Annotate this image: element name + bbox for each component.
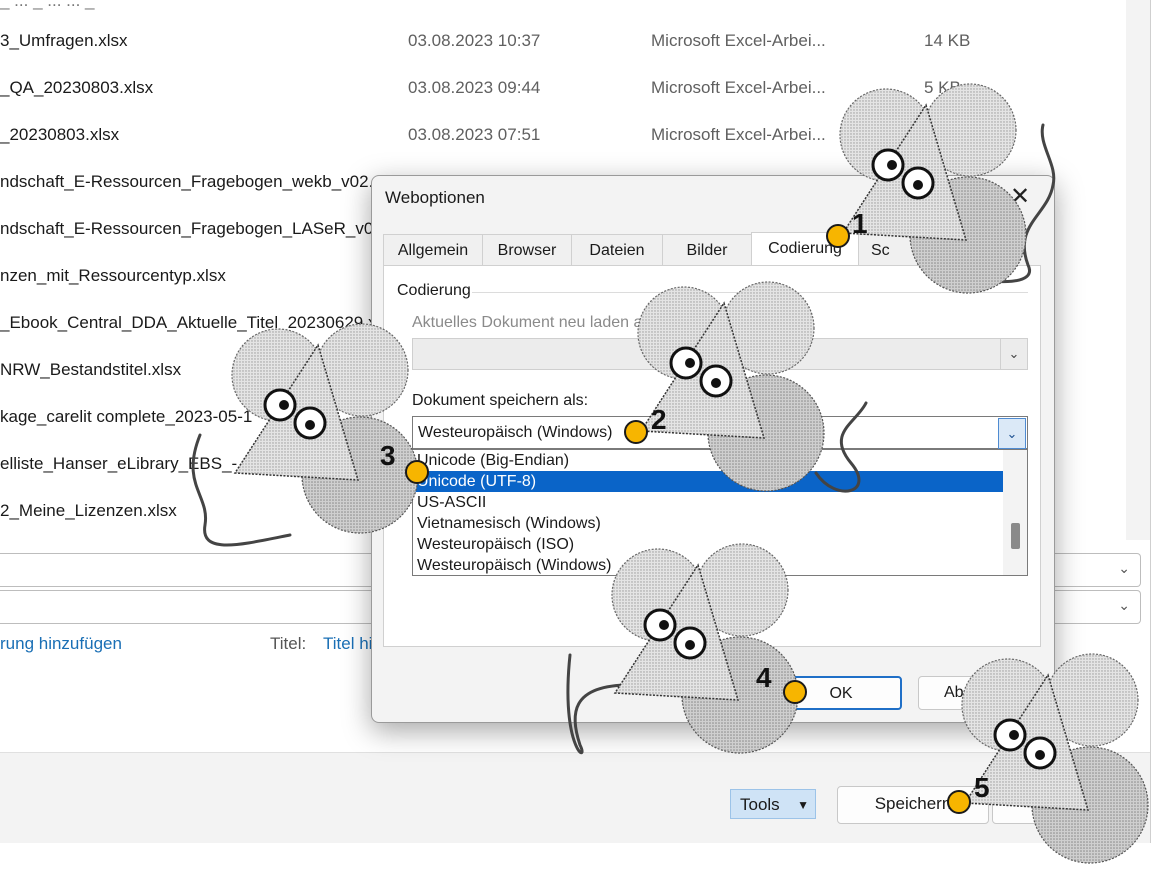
file-size: 14 KB — [924, 31, 971, 50]
tab-browser[interactable]: Browser — [482, 234, 572, 265]
tab-allgemein[interactable]: Allgemein — [383, 234, 483, 265]
dropdown-arrow-icon: ▼ — [797, 798, 809, 812]
tools-button[interactable]: Tools ▼ — [730, 789, 816, 819]
file-type: Microsoft Excel-Arbei... — [651, 125, 826, 144]
step-number-5: 5 — [974, 772, 990, 803]
file-list-scrollbar[interactable] — [1126, 0, 1150, 540]
tab-dateien[interactable]: Dateien — [571, 234, 663, 265]
file-name: 3_Umfragen.xlsx — [0, 31, 128, 50]
tab-bilder[interactable]: Bilder — [662, 234, 752, 265]
tools-label: Tools — [740, 795, 780, 814]
file-type: Microsoft Excel-Arbei... — [651, 78, 826, 97]
file-type: Microsoft Excel-Arbei... — [651, 31, 826, 50]
add-tags-link[interactable]: rung hinzufügen — [0, 634, 122, 654]
file-row[interactable]: 3_Umfragen.xlsx 03.08.2023 10:37 Microsoft… — [0, 18, 1120, 64]
chevron-down-icon[interactable]: ⌄ — [1000, 339, 1027, 369]
title-field[interactable]: Titel hi — [323, 634, 372, 654]
file-name: ndschaft_E-Ressourcen_Fragebogen_wekb_v0… — [0, 172, 382, 191]
chevron-down-icon[interactable]: ⌄ — [1118, 560, 1130, 577]
mouse-illustration-3 — [191, 323, 419, 547]
scrollbar-thumb[interactable] — [1011, 523, 1020, 549]
file-name: 2_Meine_Lizenzen.xlsx — [0, 501, 177, 520]
file-name: ndschaft_E-Ressourcen_Fragebogen_LASeR_v… — [0, 219, 388, 238]
file-name: NRW_Bestandstitel.xlsx — [0, 360, 182, 379]
file-date: 03.08.2023 10:37 — [408, 31, 541, 50]
step-number-3: 3 — [380, 440, 396, 471]
encoding-list-scrollbar[interactable] — [1003, 450, 1027, 575]
file-name: _20230803.xlsx — [0, 125, 120, 144]
mouse-illustration-5 — [961, 653, 1149, 864]
step-marker-2 — [624, 420, 648, 444]
file-date: 03.08.2023 07:51 — [408, 125, 541, 144]
mouse-illustration-4 — [566, 543, 799, 755]
mouse-illustration-2 — [637, 281, 868, 493]
file-name: nzen_mit_Ressourcentyp.xlsx — [0, 266, 226, 285]
step-marker-5 — [947, 790, 971, 814]
title-label: Titel: — [270, 634, 307, 653]
file-name: _QA_20230803.xlsx — [0, 78, 154, 97]
chevron-down-icon[interactable]: ⌄ — [1118, 597, 1130, 614]
step-marker-4 — [783, 680, 807, 704]
step-number-4: 4 — [756, 662, 772, 693]
step-marker-3 — [405, 460, 429, 484]
dialog-title: Weboptionen — [385, 188, 485, 207]
step-marker-1 — [826, 224, 850, 248]
group-label: Codierung — [397, 282, 471, 299]
step-number-1: 1 — [852, 208, 868, 239]
step-number-2: 2 — [651, 404, 667, 435]
chevron-down-icon[interactable]: ⌄ — [998, 418, 1026, 449]
file-date: 03.08.2023 09:44 — [408, 78, 541, 97]
